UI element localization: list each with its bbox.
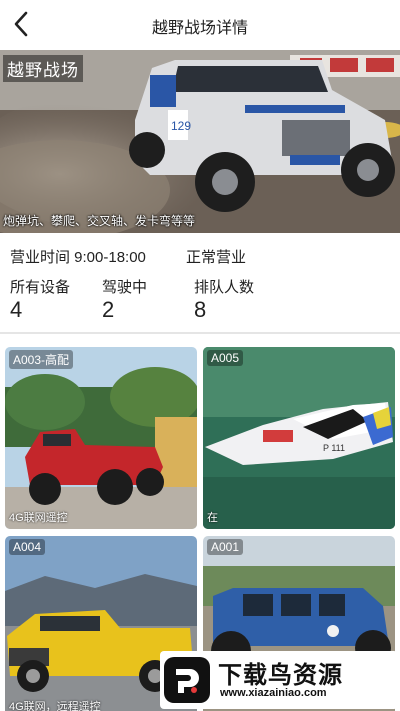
device-code: A001: [207, 539, 244, 555]
device-code: A004: [9, 539, 46, 555]
arena-name: 越野战场: [3, 55, 83, 82]
device-description: 4G联网遥控: [9, 512, 68, 524]
device-code: A003-高配: [9, 350, 74, 369]
stat-label-queue: 排队人数: [194, 279, 255, 296]
bird-logo-icon: [164, 657, 210, 703]
red-jeep-photo: [5, 347, 197, 529]
device-card-a003[interactable]: A003-高配 4G联网遥控: [5, 347, 197, 529]
page-title: 越野战场详情: [151, 20, 248, 37]
business-status: 正常营业: [186, 249, 247, 266]
device-description: 4G联网，远程遥控: [9, 701, 101, 711]
top-bar: 越野战场详情: [0, 0, 400, 50]
device-description: 在: [207, 512, 218, 524]
arena-detail-page: 越野战场详情 129 越野战场 炮弹坑、攀爬、交叉轴、发卡弯等等 营业时间 9:…: [0, 0, 400, 711]
svg-text:P 111: P 111: [323, 443, 345, 453]
device-code: A005: [207, 350, 244, 366]
watermark-title: 下载鸟资源: [218, 662, 343, 689]
rc-boat-photo: P 111: [203, 347, 395, 529]
svg-text:129: 129: [171, 119, 191, 133]
device-card-a005[interactable]: P 111 A005 在: [203, 347, 395, 529]
arena-features: 炮弹坑、攀爬、交叉轴、发卡弯等等: [3, 214, 196, 228]
watermark: 下载鸟资源 www.xiazainiao.com: [160, 651, 398, 709]
divider: [0, 332, 400, 334]
stat-label-all-devices: 所有设备: [10, 279, 71, 296]
stat-value-driving: 2: [102, 297, 115, 322]
hero-image: 129 越野战场 炮弹坑、攀爬、交叉轴、发卡弯等等: [0, 50, 400, 233]
stat-label-driving: 驾驶中: [102, 279, 148, 296]
stat-value-queue: 8: [194, 297, 207, 322]
opening-hours: 营业时间 9:00-18:00: [10, 249, 146, 266]
watermark-url: www.xiazainiao.com: [220, 687, 327, 699]
stat-value-all-devices: 4: [10, 297, 23, 322]
